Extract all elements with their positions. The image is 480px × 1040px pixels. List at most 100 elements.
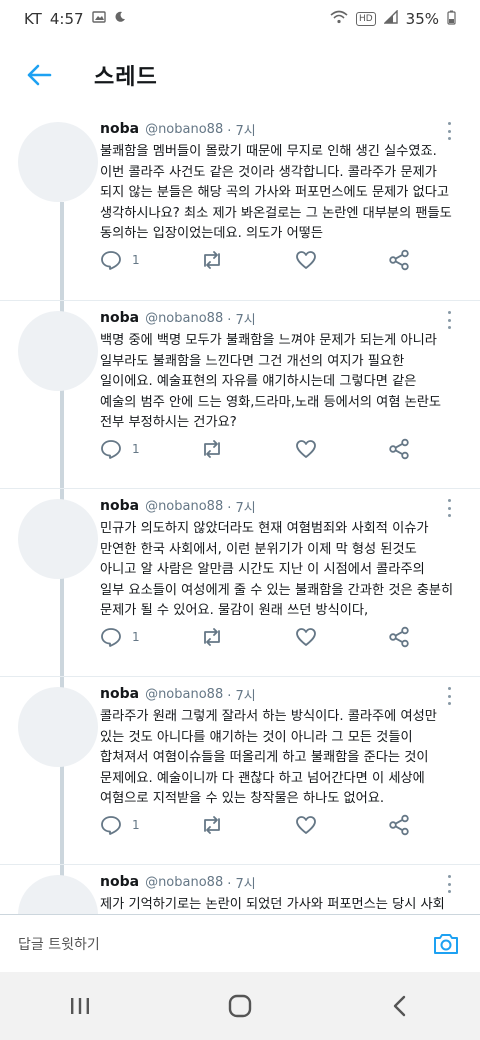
timestamp: · 7시	[227, 123, 256, 139]
display-name[interactable]: noba	[100, 121, 139, 137]
handle: @nobano88	[145, 686, 224, 702]
timestamp: · 7시	[227, 500, 256, 516]
share-button[interactable]	[388, 814, 410, 836]
back-arrow-icon[interactable]	[22, 58, 56, 92]
tweet-header: noba @nobano88 · 7시	[100, 683, 460, 705]
share-icon	[388, 438, 410, 460]
avatar[interactable]	[18, 875, 98, 914]
reply-icon	[100, 815, 122, 835]
reply-count: 1	[132, 442, 140, 456]
tweet-header: noba @nobano88 · 7시	[100, 871, 460, 893]
reply-icon	[100, 439, 122, 459]
like-button[interactable]	[295, 439, 327, 459]
display-name[interactable]: noba	[100, 686, 139, 702]
carrier-label: KT	[24, 10, 42, 28]
handle: @nobano88	[145, 121, 224, 137]
signal-icon	[382, 9, 398, 28]
tweet-actions: 1	[100, 435, 410, 463]
page-title: 스레드	[94, 65, 158, 90]
tweet[interactable]: noba @nobano88 · 7시 백명 중에 백명 모두가 불쾌함을 느껴…	[0, 300, 480, 488]
camera-icon[interactable]	[430, 928, 462, 960]
more-options-icon[interactable]	[442, 499, 456, 517]
avatar[interactable]	[18, 499, 98, 579]
share-icon	[388, 249, 410, 271]
avatar[interactable]	[18, 687, 98, 767]
tweet-content: noba @nobano88 · 7시 제가 기억하기로는 논란이 되었던 가사…	[100, 871, 460, 914]
tweet[interactable]: noba @nobano88 · 7시 제가 기억하기로는 논란이 되었던 가사…	[0, 864, 480, 914]
share-button[interactable]	[388, 626, 410, 648]
wifi-icon	[330, 10, 348, 28]
tweet-actions: 1	[100, 623, 410, 651]
status-bar: KT 4:57 HD 35%	[0, 0, 480, 38]
retweet-icon	[200, 439, 224, 459]
reply-button[interactable]: 1	[100, 627, 140, 647]
reply-button[interactable]: 1	[100, 439, 140, 459]
timestamp: · 7시	[227, 876, 256, 892]
reply-composer[interactable]: 답글 트윗하기	[0, 914, 480, 972]
hd-icon: HD	[355, 12, 376, 26]
share-icon	[388, 626, 410, 648]
retweet-button[interactable]	[200, 815, 234, 835]
more-options-icon[interactable]	[442, 311, 456, 329]
retweet-button[interactable]	[200, 439, 234, 459]
tweet[interactable]: noba @nobano88 · 7시 불쾌함을 멤버들이 몰랐기 때문에 무지…	[0, 112, 480, 300]
home-icon[interactable]	[210, 976, 270, 1036]
top-bar: 스레드	[0, 38, 480, 112]
battery-percent: 35%	[405, 10, 439, 28]
reply-button[interactable]: 1	[100, 815, 140, 835]
handle: @nobano88	[145, 498, 224, 514]
share-button[interactable]	[388, 249, 410, 271]
tweet-header: noba @nobano88 · 7시	[100, 307, 460, 329]
tweet-text: 콜라주가 원래 그렇게 잘라서 하는 방식이다. 콜라주에 여성만 있는 것도 …	[100, 709, 437, 806]
handle: @nobano88	[145, 310, 224, 326]
tweet[interactable]: noba @nobano88 · 7시 콜라주가 원래 그렇게 잘라서 하는 방…	[0, 676, 480, 864]
retweet-button[interactable]	[200, 627, 234, 647]
display-name[interactable]: noba	[100, 498, 139, 514]
reply-count: 1	[132, 253, 140, 267]
recent-apps-icon[interactable]	[50, 976, 110, 1036]
tweet-header: noba @nobano88 · 7시	[100, 495, 460, 517]
tweet-actions: 1	[100, 246, 410, 274]
timestamp: · 7시	[227, 688, 256, 704]
moon-icon	[114, 11, 126, 27]
reply-count: 1	[132, 630, 140, 644]
battery-icon	[447, 10, 456, 29]
thread-list[interactable]: noba @nobano88 · 7시 불쾌함을 멤버들이 몰랐기 때문에 무지…	[0, 112, 480, 914]
display-name[interactable]: noba	[100, 310, 139, 326]
reply-button[interactable]: 1	[100, 250, 140, 270]
tweet[interactable]: noba @nobano88 · 7시 민규가 의도하지 않았더라도 현재 여혐…	[0, 488, 480, 676]
more-options-icon[interactable]	[442, 875, 456, 893]
thread-connector	[60, 202, 64, 300]
back-icon[interactable]	[370, 976, 430, 1036]
avatar[interactable]	[18, 122, 98, 202]
more-options-icon[interactable]	[442, 687, 456, 705]
more-options-icon[interactable]	[442, 122, 456, 140]
tweet-content: noba @nobano88 · 7시 백명 중에 백명 모두가 불쾌함을 느껴…	[100, 307, 460, 434]
tweet-content: noba @nobano88 · 7시 콜라주가 원래 그렇게 잘라서 하는 방…	[100, 683, 460, 810]
tweet-actions: 1	[100, 811, 410, 839]
tweet-text: 제가 기억하기로는 논란이 되었던 가사와 퍼포먼스는 당시 사회 분위기가 지…	[100, 897, 445, 912]
tweet-text: 민규가 의도하지 않았더라도 현재 여혐범죄와 사회적 이슈가 만연한 한국 사…	[100, 521, 454, 618]
like-button[interactable]	[295, 250, 327, 270]
tweet-text: 백명 중에 백명 모두가 불쾌함을 느껴야 문제가 되는게 아니라 일부라도 불…	[100, 333, 442, 430]
heart-icon	[295, 815, 317, 835]
like-button[interactable]	[295, 815, 327, 835]
handle: @nobano88	[145, 874, 224, 890]
reply-input[interactable]: 답글 트윗하기	[18, 934, 430, 954]
tweet-text: 불쾌함을 멤버들이 몰랐기 때문에 무지로 인해 생긴 실수였죠. 이번 콜라주…	[100, 144, 452, 241]
heart-icon	[295, 627, 317, 647]
tweet-content: noba @nobano88 · 7시 민규가 의도하지 않았더라도 현재 여혐…	[100, 495, 460, 622]
display-name[interactable]: noba	[100, 874, 139, 890]
share-button[interactable]	[388, 438, 410, 460]
retweet-icon	[200, 250, 224, 270]
clock: 4:57	[49, 10, 84, 28]
heart-icon	[295, 439, 317, 459]
reply-icon	[100, 250, 122, 270]
like-button[interactable]	[295, 627, 327, 647]
image-icon	[91, 11, 106, 27]
avatar[interactable]	[18, 311, 98, 391]
tweet-content: noba @nobano88 · 7시 불쾌함을 멤버들이 몰랐기 때문에 무지…	[100, 118, 460, 245]
retweet-icon	[200, 627, 224, 647]
retweet-button[interactable]	[200, 250, 234, 270]
share-icon	[388, 814, 410, 836]
